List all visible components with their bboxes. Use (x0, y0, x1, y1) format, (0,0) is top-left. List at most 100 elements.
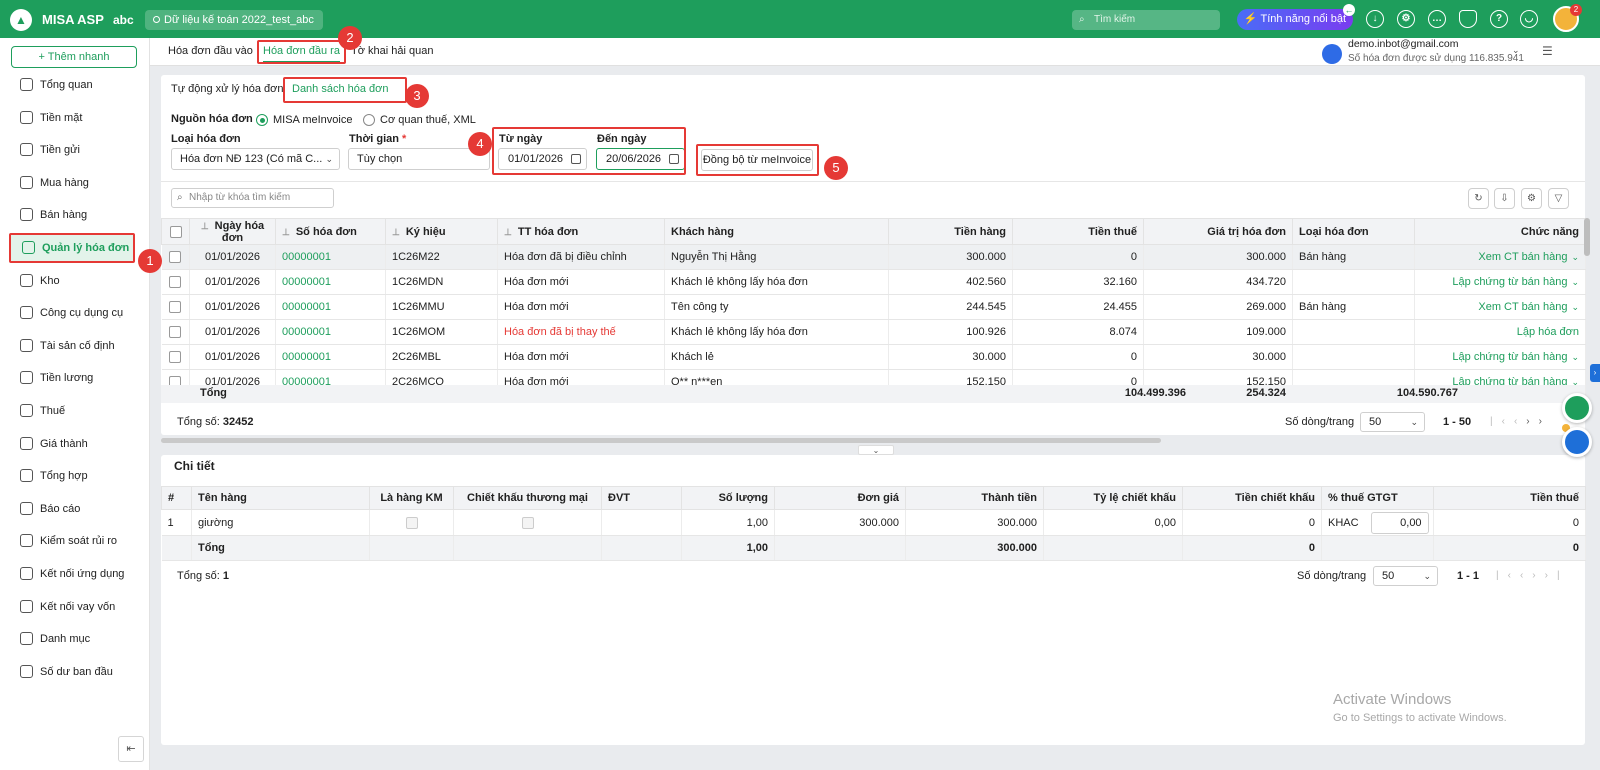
source-option-meinvoice-label[interactable]: MISA meInvoice (273, 114, 352, 126)
export-icon[interactable]: ⇩ (1494, 188, 1515, 209)
global-search-input[interactable]: ⌕ Tìm kiếm (1072, 10, 1220, 30)
horizontal-scrollbar[interactable] (161, 438, 1161, 443)
table-row[interactable]: 01/01/2026 00000001 1C26M22 Hóa đơn đã bị đ… (161, 244, 1586, 270)
table-row[interactable]: 1 giường 1,00 300.000 300.000 0,00 0 KHA… (161, 509, 1586, 536)
col-unit-price[interactable]: Đơn giá (774, 486, 906, 510)
account-email[interactable]: demo.inbot@gmail.com (1348, 38, 1458, 50)
chevron-down-icon[interactable]: ⌄ (1571, 352, 1579, 362)
featured-features-button[interactable]: ⚡ Tính năng nổi bật (1237, 9, 1353, 30)
col-invoice-type[interactable]: Loại hóa đơn (1292, 218, 1415, 245)
col-discount-amount[interactable]: Tiền chiết khấu (1182, 486, 1322, 510)
sidebar-item-8[interactable]: Tài sản cố định (0, 331, 150, 361)
col-item-name[interactable]: Tên hàng (191, 486, 370, 510)
source-radio-tax-xml[interactable] (363, 114, 375, 126)
misa-logo-icon[interactable]: ▲ (10, 9, 32, 31)
row-action-link[interactable]: Lập chứng từ bán hàng (1452, 351, 1567, 363)
chevron-down-icon[interactable]: ⌄ (1571, 252, 1579, 262)
row-checkbox[interactable] (169, 301, 182, 314)
filter-icon[interactable]: ▽ (1548, 188, 1569, 209)
tab-input-invoices[interactable]: Hóa đơn đầu vào (168, 45, 253, 57)
select-all-checkbox[interactable] (169, 225, 182, 238)
sidebar-item-18[interactable]: Số dư ban đầu (0, 657, 150, 687)
sidebar-item-1[interactable]: Tiền mặt (0, 103, 150, 133)
row-action-link[interactable]: Lập hóa đơn (1517, 326, 1579, 338)
col-unit[interactable]: ĐVT (601, 486, 682, 510)
invoice-type-select[interactable]: Hóa đơn NĐ 123 (Có mã C... ⌄ (171, 148, 340, 170)
col-invoice-value[interactable]: Giá trị hóa đơn (1143, 218, 1293, 245)
sidebar-item-11[interactable]: Giá thành (0, 429, 150, 459)
community-icon[interactable] (1562, 427, 1592, 457)
row-checkbox[interactable] (169, 251, 182, 264)
time-range-select[interactable]: Tùy chọn (348, 148, 490, 170)
column-settings-icon[interactable]: ☰ (1542, 44, 1553, 58)
col-trade-discount[interactable]: Chiết khấu thương mại (453, 486, 602, 510)
cell-invoice-number[interactable]: 00000001 (275, 344, 386, 370)
pin-icon[interactable]: ⊥ (201, 221, 209, 231)
rows-per-page-select[interactable]: 50 ⌄ (1360, 412, 1425, 432)
gear-icon[interactable]: ⚙ (1521, 188, 1542, 209)
cell-invoice-number[interactable]: 00000001 (275, 244, 386, 270)
sidebar-item-15[interactable]: Kết nối ứng dụng (0, 559, 150, 589)
row-action-link[interactable]: Xem CT bán hàng (1478, 301, 1567, 313)
table-row[interactable]: 01/01/2026 00000001 2C26MBL Hóa đơn mới Khác… (161, 344, 1586, 370)
sidebar-item-16[interactable]: Kết nối vay vốn (0, 592, 150, 622)
rows-per-page-select[interactable]: 50 ⌄ (1373, 566, 1438, 586)
table-row[interactable]: 01/01/2026 00000001 1C26MDN Hóa đơn mới Khác… (161, 269, 1586, 295)
pin-icon[interactable]: ⊥ (504, 227, 512, 237)
pin-icon[interactable]: ⊥ (282, 227, 290, 237)
col-invoice-status[interactable]: TT hóa đơn (518, 226, 578, 238)
col-quantity[interactable]: Số lượng (681, 486, 775, 510)
help-icon[interactable]: ? (1490, 10, 1508, 28)
col-invoice-number[interactable]: Số hóa đơn (296, 226, 357, 238)
source-radio-meinvoice[interactable] (256, 114, 268, 126)
row-checkbox[interactable] (169, 326, 182, 339)
table-row[interactable]: 01/01/2026 00000001 1C26MOM Hóa đơn đã bị t… (161, 319, 1586, 345)
chevron-down-icon[interactable]: ⌄ (1571, 277, 1579, 287)
pin-icon[interactable]: ⊥ (392, 227, 400, 237)
bell-icon[interactable] (1459, 10, 1477, 28)
refresh-icon[interactable]: ↻ (1468, 188, 1489, 209)
sidebar-item-2[interactable]: Tiền gửi (0, 135, 150, 165)
pagination-nav[interactable]: |‹‹››| (1496, 570, 1569, 581)
chat-support-icon[interactable] (1562, 393, 1592, 423)
smile-icon[interactable]: ◡ (1520, 10, 1538, 28)
vertical-scrollbar[interactable] (1584, 218, 1590, 256)
collapse-sidebar-icon[interactable]: ⇤ (118, 736, 144, 762)
side-panel-toggle-icon[interactable]: › (1590, 364, 1600, 382)
pagination-nav[interactable]: |‹‹›› (1490, 416, 1551, 427)
row-action-link[interactable]: Lập chứng từ bán hàng (1452, 276, 1567, 288)
vat-value-input[interactable]: 0,00 (1370, 511, 1429, 534)
gear-icon[interactable]: ⚙ (1397, 10, 1415, 28)
chevron-down-icon[interactable]: ⌄ (1571, 302, 1579, 312)
col-goods-amount[interactable]: Tiền hàng (888, 218, 1013, 245)
quick-add-button[interactable]: + Thêm nhanh (11, 46, 137, 68)
row-checkbox[interactable] (169, 276, 182, 289)
col-tax[interactable]: Tiền thuế (1433, 486, 1586, 510)
row-action-link[interactable]: Xem CT bán hàng (1478, 251, 1567, 263)
sidebar-item-7[interactable]: Công cụ dụng cụ (0, 298, 150, 328)
col-discount-rate[interactable]: Tỷ lệ chiết khấu (1043, 486, 1183, 510)
col-is-promo[interactable]: Là hàng KM (369, 486, 454, 510)
col-symbol[interactable]: Ký hiệu (406, 226, 446, 238)
sidebar-item-12[interactable]: Tổng hợp (0, 461, 150, 491)
sidebar-item-13[interactable]: Báo cáo (0, 494, 150, 524)
col-amount[interactable]: Thành tiền (905, 486, 1044, 510)
sidebar-item-14[interactable]: Kiểm soát rủi ro (0, 526, 150, 556)
cell-invoice-number[interactable]: 00000001 (275, 269, 386, 295)
source-option-tax-xml-label[interactable]: Cơ quan thuế, XML (380, 114, 476, 126)
table-row[interactable]: 01/01/2026 00000001 1C26MMU Hóa đơn mới Tên … (161, 294, 1586, 320)
sidebar-item-9[interactable]: Tiền lương (0, 363, 150, 393)
table-search-input[interactable]: ⌕ Nhập từ khóa tìm kiếm (171, 188, 334, 208)
sidebar-item-3[interactable]: Mua hàng (0, 168, 150, 198)
tab-customs-declaration[interactable]: Tờ khai hải quan (351, 45, 433, 57)
download-icon[interactable]: ↓ (1366, 10, 1384, 28)
col-vat-rate[interactable]: % thuế GTGT (1321, 486, 1434, 510)
chat-icon[interactable]: … (1428, 10, 1446, 28)
col-tax-amount[interactable]: Tiền thuế (1012, 218, 1144, 245)
sidebar-item-17[interactable]: Danh mục (0, 624, 150, 654)
sidebar-item-4[interactable]: Bán hàng (0, 200, 150, 230)
chevron-down-icon[interactable]: ⌄ (858, 445, 894, 455)
database-selector[interactable]: Dữ liệu kế toán 2022_test_abc (145, 10, 323, 30)
cell-invoice-number[interactable]: 00000001 (275, 294, 386, 320)
sidebar-item-5[interactable]: Quản lý hóa đơn (9, 233, 135, 263)
